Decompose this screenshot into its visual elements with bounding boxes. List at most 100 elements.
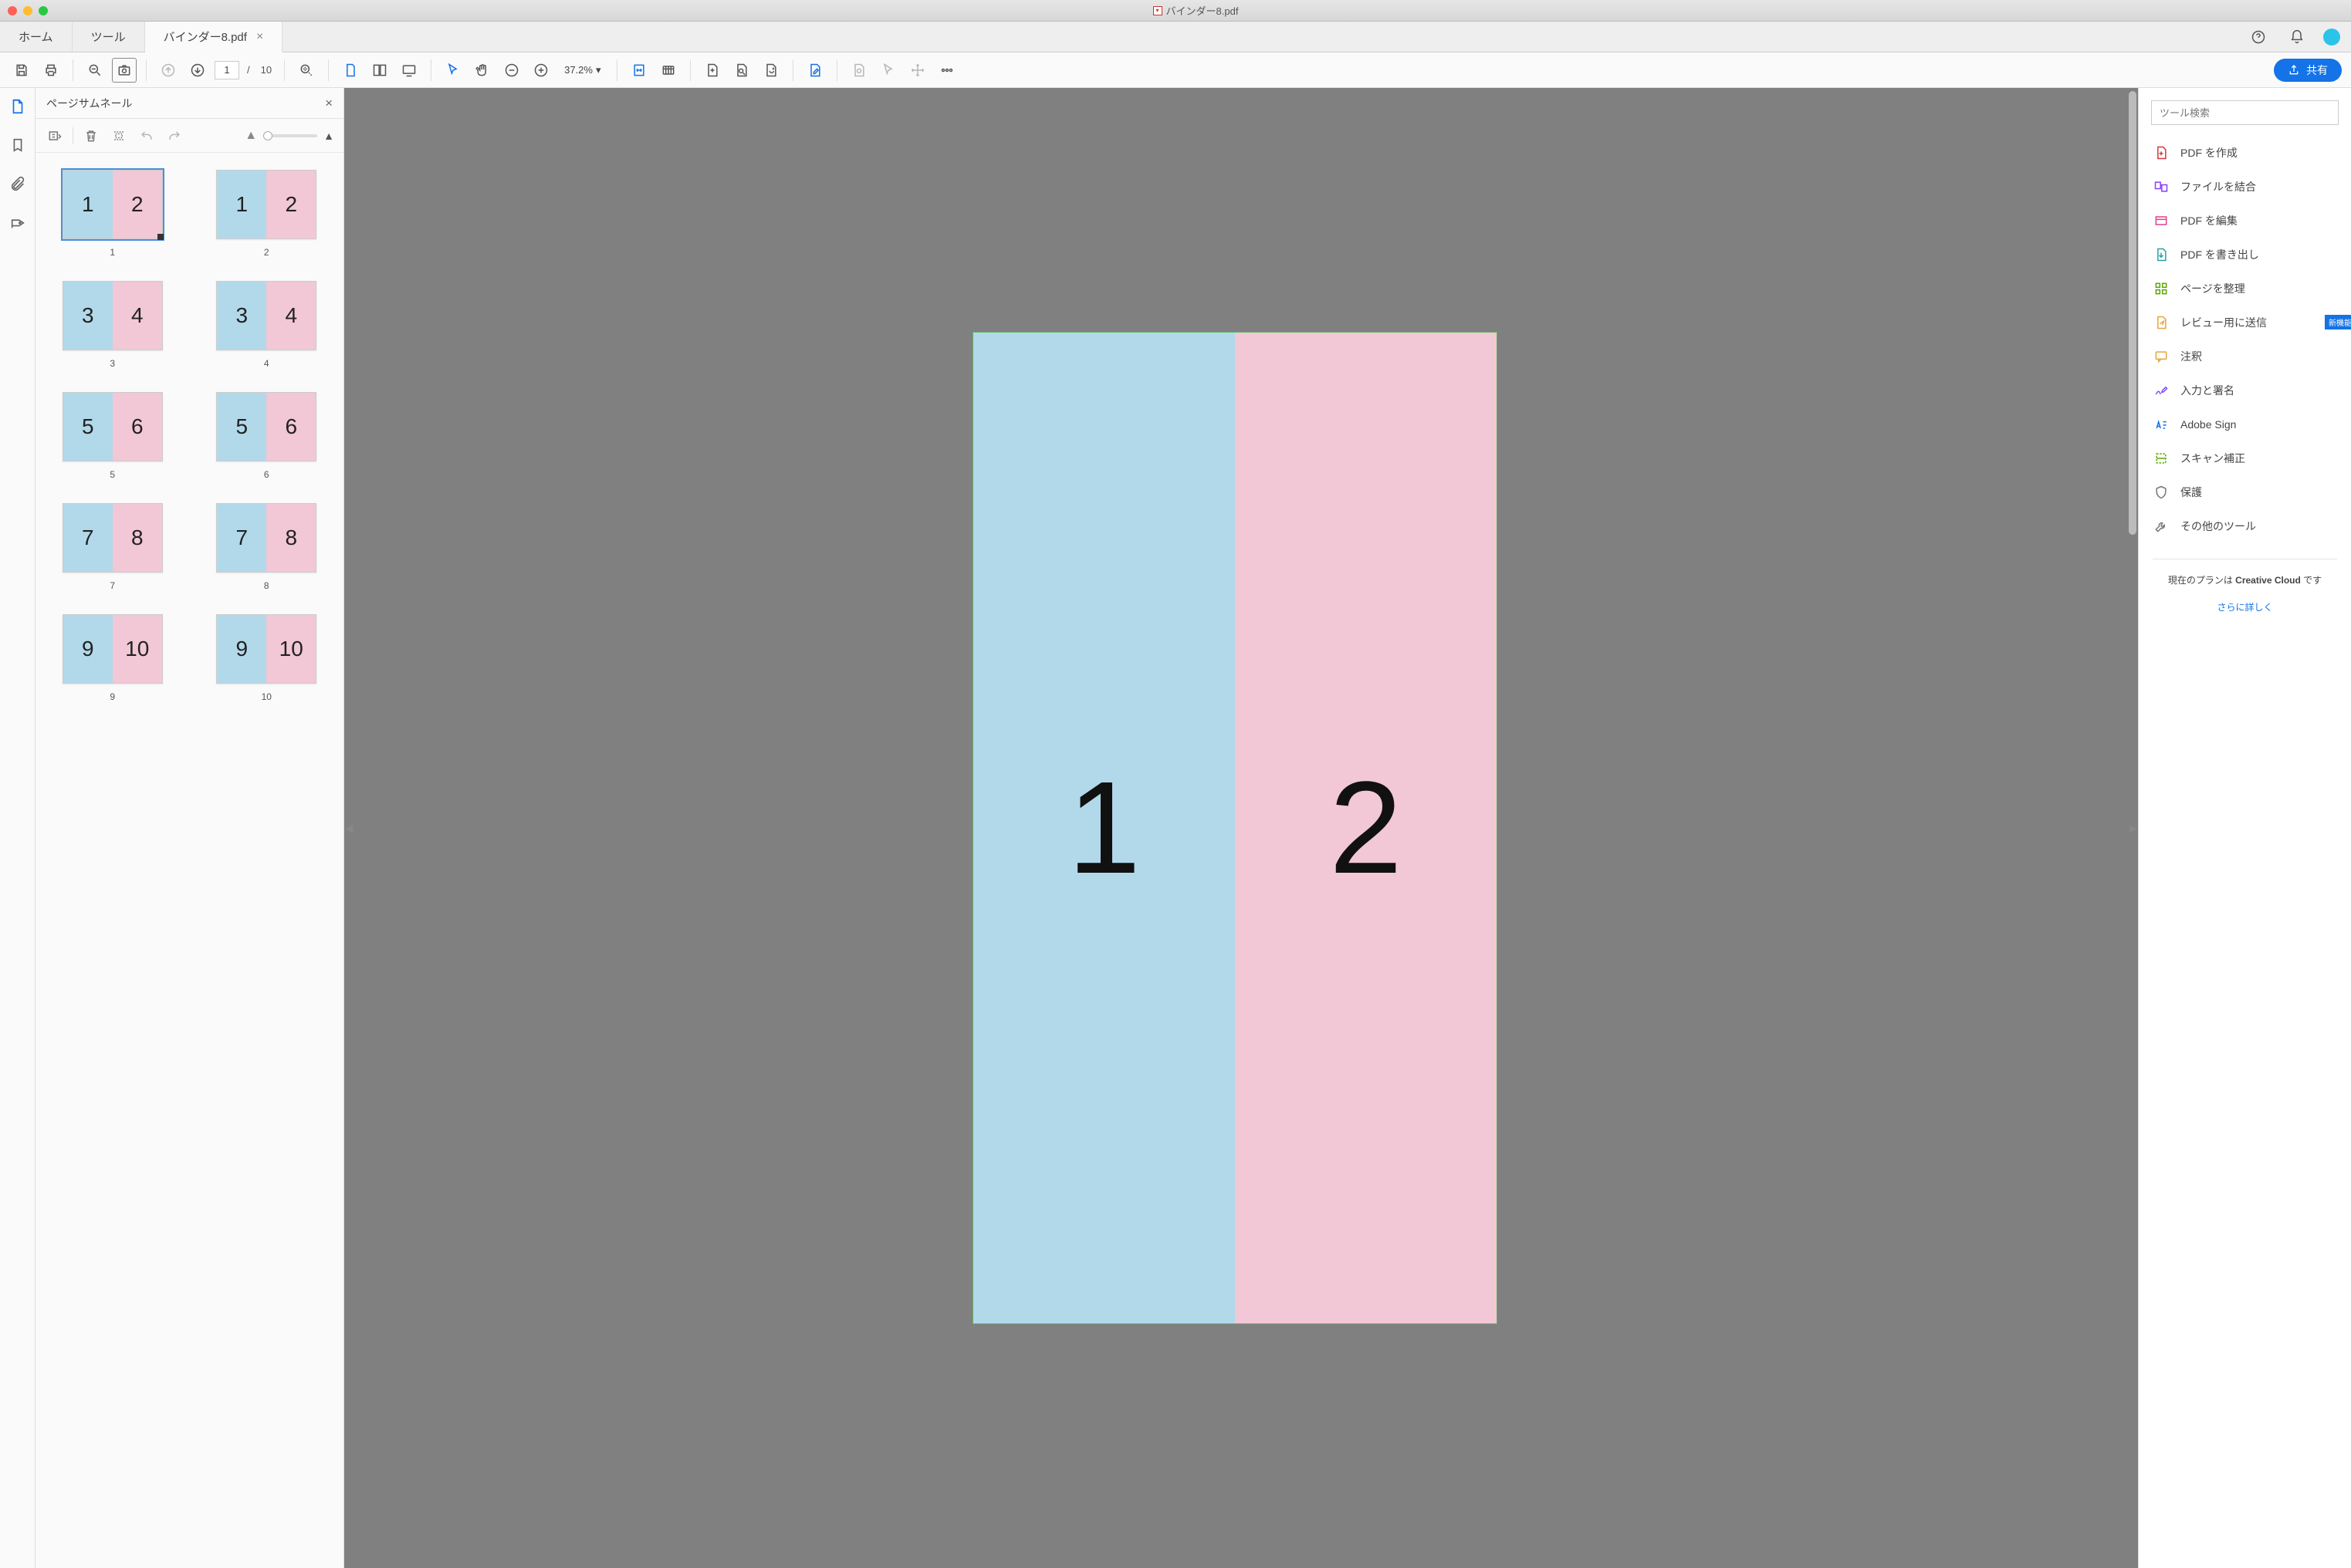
vertical-scrollbar[interactable] bbox=[2129, 91, 2136, 535]
info-tab-icon[interactable] bbox=[7, 211, 29, 233]
save-icon[interactable] bbox=[9, 58, 34, 83]
thumb-small-icon: ▲ bbox=[245, 129, 257, 143]
redo-icon[interactable] bbox=[164, 126, 184, 146]
thumbnail-page[interactable]: 78 bbox=[216, 503, 316, 573]
tool-combine[interactable]: ファイルを結合 bbox=[2139, 170, 2351, 204]
find-page-icon[interactable] bbox=[729, 58, 754, 83]
thumbnail-cell: 9109 bbox=[51, 614, 174, 702]
thumbnail-page[interactable]: 34 bbox=[63, 281, 163, 350]
page-spread[interactable]: 1 2 bbox=[973, 332, 1497, 1323]
tool-label: PDF を作成 bbox=[2180, 145, 2238, 161]
tool-adobesign[interactable]: Adobe Sign bbox=[2139, 407, 2351, 441]
bookmarks-tab-icon[interactable] bbox=[7, 134, 29, 156]
thumb-options-icon[interactable] bbox=[45, 126, 65, 146]
thumb-left: 1 bbox=[63, 171, 113, 238]
thumb-size-slider[interactable] bbox=[263, 134, 317, 137]
marquee-zoom-icon[interactable] bbox=[294, 58, 319, 83]
select-tool-icon[interactable] bbox=[441, 58, 465, 83]
attachments-tab-icon[interactable] bbox=[7, 173, 29, 194]
hand-tool-icon[interactable] bbox=[470, 58, 495, 83]
user-avatar[interactable] bbox=[2323, 29, 2340, 46]
read-aloud-icon[interactable] bbox=[656, 58, 681, 83]
thumbnail-number: 4 bbox=[264, 358, 269, 369]
tool-search[interactable] bbox=[2151, 100, 2339, 125]
share-button[interactable]: 共有 bbox=[2274, 59, 2342, 82]
undo-icon[interactable] bbox=[137, 126, 157, 146]
tool-protect[interactable]: 保護 bbox=[2139, 475, 2351, 509]
overflow-icon[interactable] bbox=[935, 58, 959, 83]
zoom-plus-icon[interactable] bbox=[529, 58, 553, 83]
thumbnail-page[interactable]: 34 bbox=[216, 281, 316, 350]
thumbnail-cell: 34 4 bbox=[205, 281, 329, 369]
tool-fillsign[interactable]: 入力と署名 bbox=[2139, 373, 2351, 407]
window-minimize[interactable] bbox=[23, 6, 32, 15]
page-number-input[interactable] bbox=[215, 61, 239, 79]
tool-edit[interactable]: PDF を編集 bbox=[2139, 204, 2351, 238]
shield-icon bbox=[2153, 484, 2170, 501]
toolbar-separator bbox=[690, 59, 691, 81]
thumbnail-scroll[interactable]: 121122343344565566787788910991010 bbox=[36, 153, 343, 1568]
thumb-right: 8 bbox=[113, 504, 162, 572]
window-maximize[interactable] bbox=[39, 6, 48, 15]
send-icon bbox=[2153, 314, 2170, 331]
tab-document[interactable]: バインダー8.pdf × bbox=[145, 22, 283, 52]
rotate-icon[interactable] bbox=[759, 58, 783, 83]
single-page-icon[interactable] bbox=[338, 58, 363, 83]
crop-icon[interactable] bbox=[847, 58, 871, 83]
window-close[interactable] bbox=[8, 6, 17, 15]
tab-home[interactable]: ホーム bbox=[0, 22, 73, 52]
bell-icon[interactable] bbox=[2285, 25, 2309, 49]
thumbnails-tab-icon[interactable] bbox=[7, 96, 29, 117]
thumbnail-number: 5 bbox=[110, 469, 115, 480]
tool-search-input[interactable] bbox=[2160, 107, 2330, 119]
next-page-icon[interactable] bbox=[185, 58, 210, 83]
tool-label: ファイルを結合 bbox=[2180, 179, 2256, 194]
plan-text: 現在のプランは Creative Cloud です bbox=[2139, 569, 2351, 591]
collapse-right-icon[interactable]: ▶ bbox=[2127, 811, 2140, 845]
delete-page-icon[interactable] bbox=[81, 126, 101, 146]
extract-page-icon[interactable] bbox=[109, 126, 129, 146]
thumb-left: 1 bbox=[217, 171, 266, 238]
cursor-icon[interactable] bbox=[876, 58, 901, 83]
add-note-icon[interactable] bbox=[700, 58, 725, 83]
learn-more-link[interactable]: さらに詳しく bbox=[2139, 591, 2351, 627]
tool-create[interactable]: PDF を作成 bbox=[2139, 136, 2351, 170]
tool-scan[interactable]: スキャン補正 bbox=[2139, 441, 2351, 475]
thumbnail-page[interactable]: 12 bbox=[216, 170, 316, 239]
snapshot-icon[interactable] bbox=[112, 58, 137, 83]
thumbnail-page[interactable]: 56 bbox=[216, 392, 316, 461]
thumb-large-icon: ▲ bbox=[323, 130, 334, 142]
zoom-dropdown[interactable]: 37.2%▾ bbox=[558, 64, 607, 76]
presentation-icon[interactable] bbox=[397, 58, 421, 83]
thumbnail-page[interactable]: 910 bbox=[63, 614, 163, 684]
thumbnail-number: 2 bbox=[264, 247, 269, 258]
tab-tools[interactable]: ツール bbox=[73, 22, 145, 52]
thumb-left: 5 bbox=[63, 393, 113, 461]
zoom-out-icon[interactable] bbox=[83, 58, 107, 83]
tool-list: PDF を作成ファイルを結合 PDF を編集PDF を書き出しページを整理レビュー… bbox=[2139, 133, 2351, 546]
tab-close-icon[interactable]: × bbox=[256, 30, 263, 44]
fit-width-icon[interactable] bbox=[627, 58, 651, 83]
tool-comment[interactable]: 注釈 bbox=[2139, 340, 2351, 373]
tool-review[interactable]: レビュー用に送信新機能 bbox=[2139, 306, 2351, 340]
help-icon[interactable] bbox=[2246, 25, 2271, 49]
page-right: 2 bbox=[1235, 333, 1497, 1323]
left-rail bbox=[0, 88, 36, 1568]
thumbnail-toolbar: ▲ ▲ bbox=[36, 119, 343, 153]
thumbnail-page[interactable]: 56 bbox=[63, 392, 163, 461]
thumbnail-page[interactable]: 78 bbox=[63, 503, 163, 573]
thumbnail-page[interactable]: 910 bbox=[216, 614, 316, 684]
zoom-minus-icon[interactable] bbox=[499, 58, 524, 83]
thumbnail-page[interactable]: 12 bbox=[63, 170, 163, 239]
tool-label: その他のツール bbox=[2180, 519, 2256, 534]
prev-page-icon[interactable] bbox=[156, 58, 181, 83]
tool-organize[interactable]: ページを整理 bbox=[2139, 272, 2351, 306]
tool-export[interactable]: PDF を書き出し bbox=[2139, 238, 2351, 272]
print-icon[interactable] bbox=[39, 58, 63, 83]
move-icon[interactable] bbox=[905, 58, 930, 83]
thumbnail-close-icon[interactable]: × bbox=[325, 96, 333, 111]
two-page-icon[interactable] bbox=[367, 58, 392, 83]
document-viewer[interactable]: ◀ 1 2 ▶ bbox=[344, 88, 2138, 1568]
tool-more[interactable]: その他のツール bbox=[2139, 509, 2351, 543]
edit-pdf-icon[interactable] bbox=[803, 58, 827, 83]
